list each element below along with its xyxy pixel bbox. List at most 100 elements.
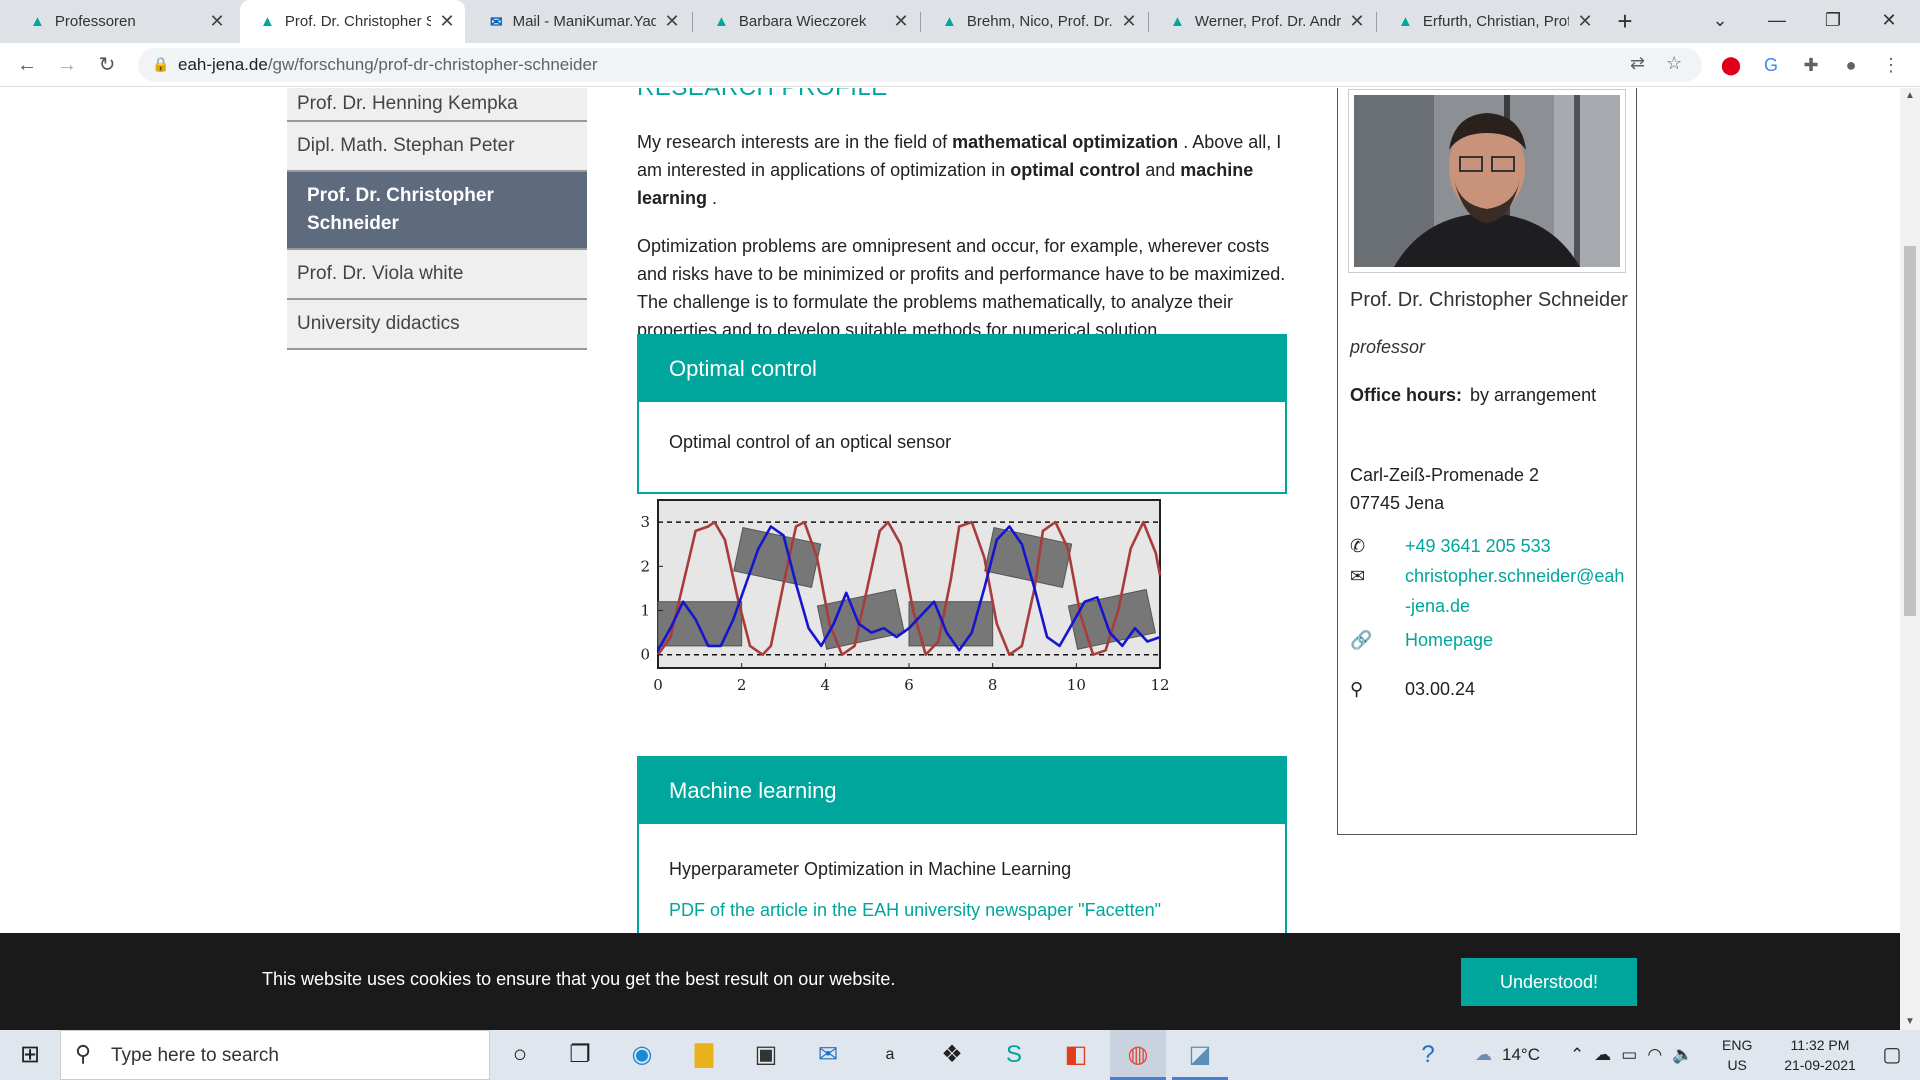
browser-tab[interactable]: ✉ Mail - ManiKumar.Yadav ✕: [470, 0, 690, 43]
cortana-icon[interactable]: ○: [492, 1030, 548, 1080]
clock-time: 11:32 PM: [1790, 1037, 1850, 1053]
new-tab-button[interactable]: +: [1610, 6, 1640, 36]
translate-extension-icon[interactable]: G: [1758, 52, 1784, 78]
sidebar-item-kempka[interactable]: Prof. Dr. Henning Kempka: [287, 88, 587, 122]
store-icon[interactable]: ▣: [738, 1030, 794, 1080]
taskbar-search[interactable]: ⚲ Type here to search: [60, 1030, 490, 1080]
opera-extension-icon[interactable]: ⬤: [1718, 52, 1744, 78]
close-tab-icon[interactable]: ✕: [664, 11, 680, 32]
sidebar-item-peter[interactable]: Dipl. Math. Stephan Peter: [287, 122, 587, 172]
y-tick-label: 1: [640, 602, 650, 620]
back-icon[interactable]: ←: [12, 51, 42, 79]
volume-icon[interactable]: 🔈: [1672, 1045, 1693, 1065]
cookie-accept-button[interactable]: Understood!: [1461, 958, 1637, 1006]
site-favicon-icon: ▲: [1170, 13, 1185, 30]
amazon-icon[interactable]: a: [862, 1030, 918, 1080]
box-title: Machine learning: [639, 758, 1285, 824]
browser-tab-strip: ▲ Professoren ✕ ▲ Prof. Dr. Christopher …: [0, 0, 1920, 43]
chevron-up-icon[interactable]: ⌃: [1570, 1045, 1584, 1065]
close-tab-icon[interactable]: ✕: [439, 11, 455, 32]
site-favicon-icon: ▲: [1398, 13, 1413, 30]
browser-tab[interactable]: ▲ Werner, Prof. Dr. Andreas ✕: [1150, 0, 1375, 43]
sidebar-item-schneider[interactable]: Prof. Dr. Christopher Schneider: [287, 172, 587, 250]
sidebar-item-label: Dipl. Math. Stephan Peter: [297, 135, 515, 156]
chrome-icon[interactable]: ◍: [1110, 1030, 1166, 1080]
close-tab-icon[interactable]: ✕: [1349, 11, 1365, 32]
tab-title: Barbara Wieczorek: [738, 13, 867, 30]
close-window-icon[interactable]: ✕: [1864, 0, 1914, 40]
maximize-icon[interactable]: ❐: [1808, 0, 1858, 40]
tab-title: Prof. Dr. Christopher Schneider: [284, 13, 431, 30]
close-tab-icon[interactable]: ✕: [893, 11, 909, 32]
office-hours-value: by arrangement: [1470, 385, 1597, 405]
scroll-up-icon[interactable]: ▲: [1900, 88, 1920, 104]
site-favicon-icon: ▲: [30, 13, 45, 30]
page-scrollbar[interactable]: ▲ ▼: [1900, 88, 1920, 1030]
dropbox-icon[interactable]: ❖: [924, 1030, 980, 1080]
close-tab-icon[interactable]: ✕: [1121, 11, 1137, 32]
office-hours-label: Office hours:: [1350, 385, 1463, 405]
language-code: ENG: [1722, 1037, 1753, 1053]
tab-separator: [1148, 12, 1149, 32]
onedrive-icon[interactable]: ☁: [1594, 1045, 1611, 1065]
reload-icon[interactable]: ↻: [92, 51, 122, 79]
weather-widget[interactable]: ☁ 14°C: [1475, 1030, 1540, 1080]
windows-start-icon[interactable]: ⊞: [2, 1030, 58, 1080]
lock-icon[interactable]: 🔒: [152, 56, 169, 73]
sidebar-nav: Prof. Dr. Henning Kempka Dipl. Math. Ste…: [287, 88, 587, 350]
cookie-message: This website uses cookies to ensure that…: [262, 969, 896, 989]
forward-icon[interactable]: →: [52, 51, 82, 79]
minimize-icon[interactable]: —: [1752, 0, 1802, 40]
clock[interactable]: 11:32 PM 21-09-2021: [1770, 1030, 1870, 1080]
outlook-favicon-icon: ✉: [490, 13, 503, 31]
scanner-app-icon[interactable]: ◪: [1172, 1030, 1228, 1080]
email-link[interactable]: christopher.schneider@eah-jena.de: [1405, 561, 1625, 621]
office-icon[interactable]: ◧: [1048, 1030, 1104, 1080]
tab-separator: [692, 12, 693, 32]
x-tick-label: 2: [737, 676, 747, 694]
sidebar-item-label: Prof. Dr. Christopher Schneider: [307, 185, 494, 234]
extensions-puzzle-icon[interactable]: ✚: [1798, 52, 1824, 78]
browser-toolbar: ← → ↻ 🔒 eah-jena.de/gw/forschung/prof-dr…: [0, 43, 1920, 87]
browser-tab[interactable]: ▲ Barbara Wieczorek ✕: [694, 0, 919, 43]
sidebar-item-didactics[interactable]: University didactics: [287, 300, 587, 350]
browser-tab[interactable]: ▲ Brehm, Nico, Prof. Dr. ✕: [922, 0, 1147, 43]
battery-icon[interactable]: ▭: [1621, 1045, 1637, 1065]
browser-tab-active[interactable]: ▲ Prof. Dr. Christopher Schneider ✕: [240, 0, 465, 43]
file-explorer-icon[interactable]: ▇: [676, 1030, 732, 1080]
sway-icon[interactable]: S: [986, 1030, 1042, 1080]
homepage-link[interactable]: Homepage: [1405, 625, 1625, 655]
phone-icon: ✆: [1350, 536, 1366, 556]
translate-icon[interactable]: ⇄: [1630, 53, 1645, 74]
help-icon[interactable]: ?: [1400, 1030, 1456, 1080]
address: Carl-Zeiß-Promenade 2 07745 Jena: [1350, 461, 1539, 517]
tab-title: Mail - ManiKumar.Yadav: [512, 13, 656, 30]
menu-kebab-icon[interactable]: ⋮: [1878, 52, 1904, 78]
text-run: .: [707, 188, 718, 208]
sidebar-item-white[interactable]: Prof. Dr. Viola white: [287, 250, 587, 300]
bold-term: optimal control: [1010, 160, 1141, 180]
edge-icon[interactable]: ◉: [614, 1030, 670, 1080]
close-tab-icon[interactable]: ✕: [1577, 11, 1593, 32]
browser-tab[interactable]: ▲ Professoren ✕: [10, 0, 235, 43]
tab-title: Brehm, Nico, Prof. Dr.: [966, 13, 1113, 30]
wifi-icon[interactable]: ◠: [1647, 1045, 1662, 1065]
facetten-pdf-link[interactable]: PDF of the article in the EAH university…: [669, 900, 1161, 920]
address-bar[interactable]: 🔒 eah-jena.de/gw/forschung/prof-dr-chris…: [138, 48, 1702, 82]
optimal-control-box: Optimal control Optimal control of an op…: [637, 334, 1287, 494]
bookmark-star-icon[interactable]: ☆: [1666, 53, 1682, 74]
profile-photo: [1348, 89, 1626, 273]
profile-avatar-icon[interactable]: ●: [1838, 52, 1864, 78]
mail-icon[interactable]: ✉: [800, 1030, 856, 1080]
y-tick-label: 3: [640, 513, 650, 531]
tab-search-icon[interactable]: ⌄: [1695, 0, 1745, 40]
phone-link[interactable]: +49 3641 205 533: [1405, 531, 1625, 561]
scrollbar-thumb[interactable]: [1904, 246, 1916, 616]
browser-tab[interactable]: ▲ Erfurth, Christian, Prof. Dr. ✕: [1378, 0, 1603, 43]
language-indicator[interactable]: ENG US: [1722, 1030, 1752, 1080]
task-view-icon[interactable]: ❐: [552, 1030, 608, 1080]
tab-title: Werner, Prof. Dr. Andreas: [1194, 13, 1341, 30]
notification-icon[interactable]: ▢: [1864, 1030, 1920, 1080]
scroll-down-icon[interactable]: ▼: [1900, 1014, 1920, 1030]
close-tab-icon[interactable]: ✕: [209, 11, 225, 32]
